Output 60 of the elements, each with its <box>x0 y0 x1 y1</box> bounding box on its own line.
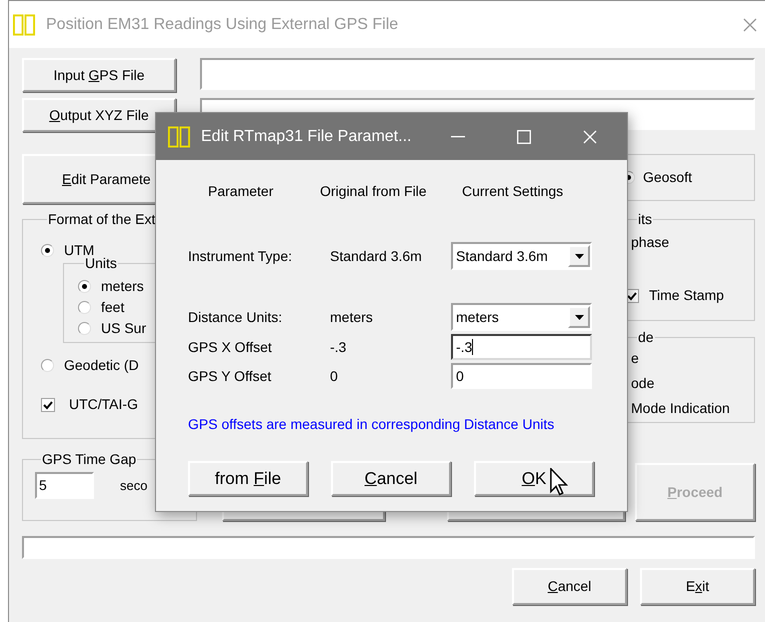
radio-label: US Sur <box>101 318 146 338</box>
unit-label: seco <box>120 476 148 495</box>
original-value: 0 <box>330 366 339 386</box>
parameter-label: Instrument Type: <box>188 246 294 266</box>
parameter-label: Distance Units: <box>188 308 284 326</box>
group-title: de <box>638 329 654 345</box>
dialog-button[interactable]: Cancel <box>331 461 451 496</box>
checkbox-label: UTC/TAI-G <box>69 395 138 414</box>
file-button[interactable]: Input GPS File <box>22 58 176 92</box>
parameter-label: GPS X Offset <box>188 338 273 356</box>
dialog-button[interactable]: Exit <box>640 568 755 605</box>
radio-label: feet <box>101 298 124 316</box>
group-title: GPS Time Gap <box>42 451 136 467</box>
info-note: GPS offsets are measured in corresponding Distance Units <box>188 415 556 434</box>
radio-label: UTM <box>64 241 94 258</box>
dropdown[interactable]: Standard 3.6m <box>451 242 592 270</box>
dialog-button[interactable]: Cancel <box>512 568 627 605</box>
radio-label: Geosoft <box>642 168 692 187</box>
offset-field[interactable]: 0 <box>451 363 592 389</box>
close-icon[interactable] <box>743 18 757 32</box>
checkbox[interactable] <box>41 398 55 412</box>
path-field[interactable] <box>200 58 755 90</box>
radio-button[interactable] <box>78 300 91 314</box>
dialog-title: Edit RTmap31 File Paramet... <box>201 126 412 146</box>
group-title: Units <box>85 255 117 271</box>
option-label: Mode Indication <box>631 399 730 418</box>
dialog-button[interactable]: from File <box>188 461 308 496</box>
column-header: Current Settings <box>462 182 564 201</box>
maximize-icon[interactable] <box>517 130 532 144</box>
radio-label: Geodetic (D <box>64 356 139 375</box>
time-gap-field[interactable]: 5 <box>35 472 94 499</box>
dialog-button[interactable]: OK <box>474 461 594 496</box>
caret-icon <box>574 314 584 320</box>
offset-field[interactable]: -.3 <box>451 334 592 360</box>
radio-label: meters <box>101 276 144 296</box>
app-icon <box>13 14 36 36</box>
caret-icon <box>574 254 584 258</box>
dropdown[interactable]: meters <box>451 303 592 331</box>
minimize-icon[interactable] <box>451 136 466 138</box>
parameter-label: GPS Y Offset <box>188 366 272 386</box>
radio-button[interactable] <box>41 359 54 372</box>
column-header: Original from File <box>320 182 428 201</box>
original-value: meters <box>330 308 374 326</box>
option-label: ode <box>631 374 654 393</box>
radio-button[interactable] <box>78 280 91 292</box>
mouse-cursor-icon <box>548 468 570 496</box>
group-title: Format of the Ext <box>48 211 156 227</box>
option-label: phase <box>631 233 670 252</box>
original-value: Standard 3.6m <box>330 246 423 266</box>
option-label: e <box>631 349 639 368</box>
checkbox-label: Time Stamp <box>649 286 724 305</box>
file-button[interactable]: Output XYZ File <box>22 98 176 132</box>
original-value: -.3 <box>330 338 348 356</box>
group-title: its <box>638 211 652 227</box>
window-title: Position EM31 Readings Using External GPS File <box>46 14 398 34</box>
radio-button[interactable] <box>78 322 91 334</box>
proceed-button: Proceed <box>635 463 755 521</box>
radio-button[interactable] <box>41 244 54 257</box>
app-icon <box>168 126 191 148</box>
column-header: Parameter <box>208 182 274 201</box>
